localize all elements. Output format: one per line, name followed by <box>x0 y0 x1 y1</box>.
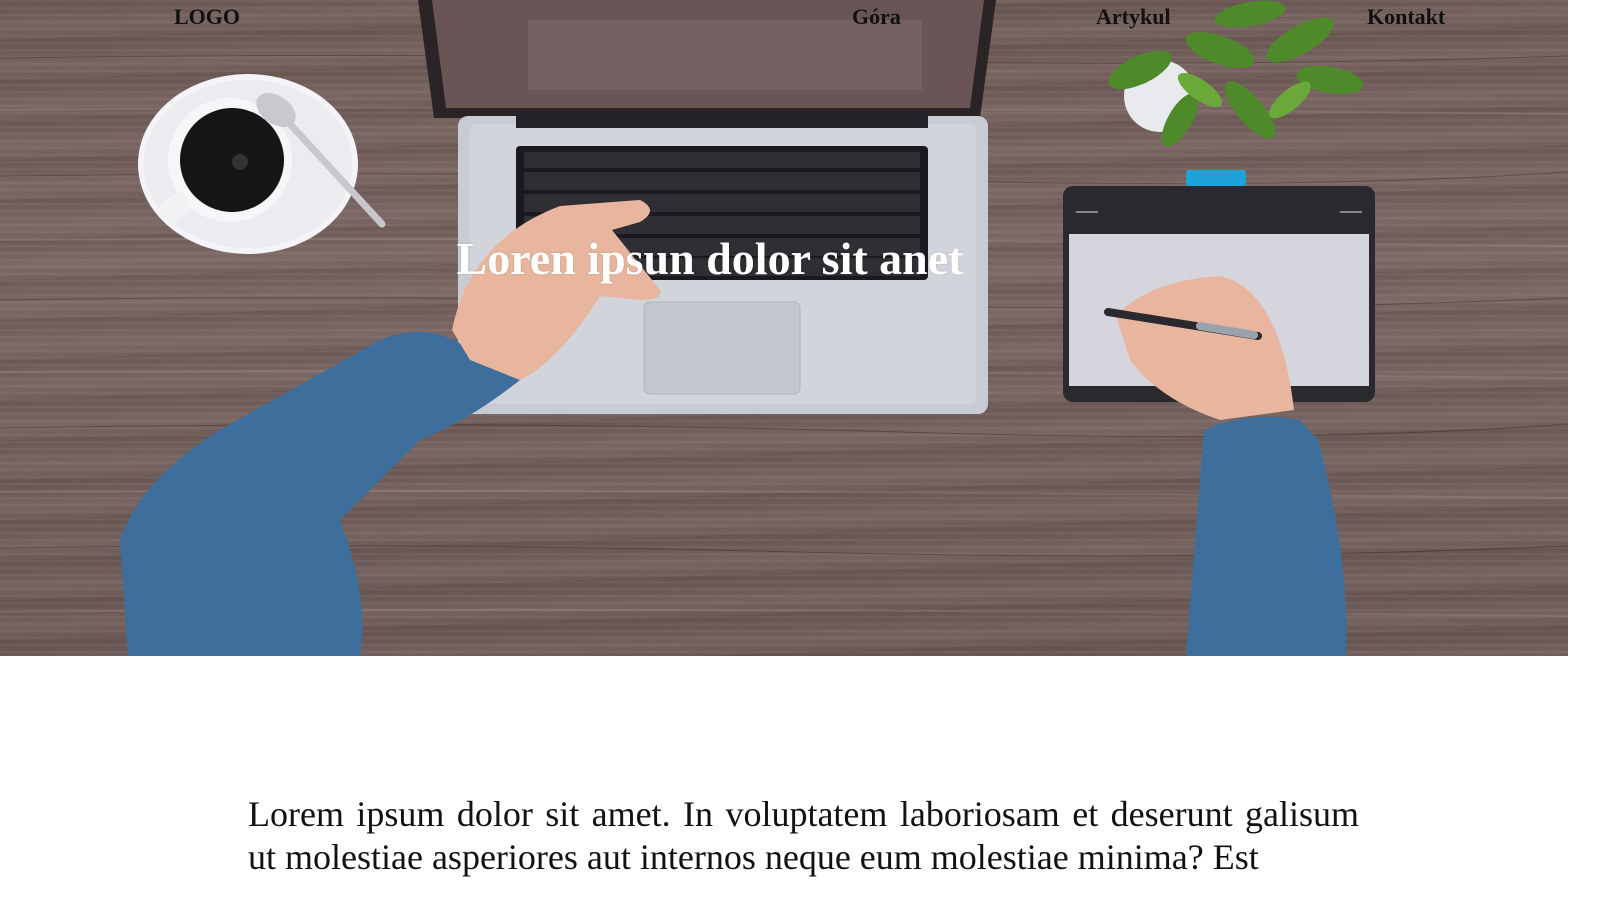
hero-background-image <box>0 0 1568 656</box>
nav-link-kontakt[interactable]: Kontakt <box>1367 4 1445 30</box>
hero-section: LOGO Góra Artykul Kontakt Loren ipsun do… <box>0 0 1568 656</box>
article-paragraph: Lorem ipsum dolor sit amet. In voluptate… <box>248 794 1359 877</box>
logo[interactable]: LOGO <box>174 4 240 30</box>
hero-title: Loren ipsun dolor sit anet <box>456 233 964 284</box>
nav-link-artykul[interactable]: Artykul <box>1096 4 1171 30</box>
nav-link-gora[interactable]: Góra <box>852 4 901 30</box>
